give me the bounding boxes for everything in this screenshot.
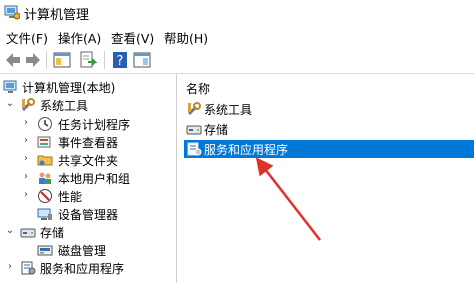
tree-item-performance[interactable]: › 性能 — [0, 187, 176, 205]
computer-management-icon — [4, 5, 20, 20]
services-apps-icon — [187, 142, 202, 156]
task-scheduler-icon — [38, 117, 52, 131]
computer-management-icon — [3, 80, 17, 93]
device-manager-icon — [37, 208, 52, 220]
menu-help[interactable]: 帮助(H) — [164, 28, 208, 47]
tree-item-label: 性能 — [58, 190, 83, 204]
svg-text:?: ? — [117, 54, 124, 69]
tree-item-disk-management[interactable]: 磁盘管理 — [0, 241, 176, 259]
expand-toggle[interactable]: › — [5, 260, 15, 274]
shared-folders-icon — [37, 155, 53, 166]
disk-management-icon — [37, 245, 53, 256]
show-hide-tree-icon[interactable] — [52, 50, 72, 70]
tree-item-shared-folders[interactable]: › 共享文件夹 — [0, 151, 176, 169]
storage-icon — [20, 228, 36, 238]
toolbar: ? — [0, 47, 474, 74]
title-bar: 计算机管理 — [0, 0, 474, 24]
expand-toggle[interactable]: › — [21, 170, 31, 184]
menu-file[interactable]: 文件(F) — [6, 28, 48, 47]
list-item-storage[interactable]: 存储 — [184, 120, 474, 138]
expand-toggle[interactable]: ⌄ — [5, 224, 15, 238]
list-item-label: 存储 — [204, 123, 229, 137]
expand-toggle[interactable]: › — [21, 188, 31, 202]
tree-item-label: 存储 — [40, 226, 65, 240]
tree-pane: 计算机管理(本地) ⌄ 系统工具 › 任务计划程序 › 事件查看器 › 共享文件… — [0, 74, 177, 283]
list-item-system-tools[interactable]: 系统工具 — [184, 100, 474, 118]
tree-item-label: 设备管理器 — [58, 208, 119, 222]
services-apps-icon — [21, 261, 36, 275]
tree-item-label: 磁盘管理 — [58, 244, 107, 258]
menu-view[interactable]: 查看(V) — [111, 28, 154, 47]
tree-item-computer-management[interactable]: 计算机管理(本地) — [0, 78, 176, 96]
back-arrow-icon[interactable] — [3, 50, 23, 70]
tree-item-task-scheduler[interactable]: › 任务计划程序 — [0, 115, 176, 133]
menu-bar: 文件(F) 操作(A) 查看(V) 帮助(H) — [0, 25, 474, 47]
storage-icon — [186, 125, 202, 135]
tree-item-storage[interactable]: ⌄ 存储 — [0, 223, 176, 241]
system-tools-icon — [21, 98, 35, 112]
event-viewer-icon — [37, 136, 51, 148]
tree-item-label: 系统工具 — [40, 99, 89, 113]
expand-toggle[interactable]: › — [21, 134, 31, 148]
details-pane: 名称 系统工具 存储 服务和应用程序 — [180, 74, 474, 283]
tree-item-event-viewer[interactable]: › 事件查看器 — [0, 133, 176, 151]
tree-item-label: 共享文件夹 — [58, 154, 119, 168]
tree-item-services-apps[interactable]: › 服务和应用程序 — [0, 259, 176, 277]
column-header-name[interactable]: 名称 — [186, 80, 210, 97]
local-users-icon — [39, 172, 51, 184]
list-item-label: 服务和应用程序 — [204, 143, 289, 157]
tree-item-label: 服务和应用程序 — [40, 262, 125, 276]
forward-arrow-icon[interactable] — [23, 50, 43, 70]
list-item-label: 系统工具 — [204, 103, 253, 117]
properties-icon[interactable] — [132, 50, 152, 70]
tree-item-label: 任务计划程序 — [58, 118, 131, 132]
window-title: 计算机管理 — [24, 8, 90, 23]
tree-item-system-tools[interactable]: ⌄ 系统工具 — [0, 96, 176, 114]
expand-toggle[interactable]: › — [21, 116, 31, 130]
list-item-services-apps[interactable]: 服务和应用程序 — [184, 140, 474, 158]
tree-item-local-users[interactable]: › 本地用户和组 — [0, 169, 176, 187]
expand-toggle[interactable]: ⌄ — [5, 97, 15, 111]
help-icon[interactable]: ? — [110, 50, 130, 70]
performance-icon — [38, 189, 52, 203]
tree-item-label: 事件查看器 — [58, 136, 119, 150]
menu-action[interactable]: 操作(A) — [58, 28, 101, 47]
tree-item-label: 本地用户和组 — [58, 172, 131, 186]
export-list-icon[interactable] — [78, 50, 98, 70]
expand-toggle[interactable]: › — [21, 152, 31, 166]
tree-item-device-manager[interactable]: 设备管理器 — [0, 205, 176, 223]
tree-item-label: 计算机管理(本地) — [22, 81, 116, 95]
toolbar-separator — [46, 51, 47, 69]
toolbar-separator — [104, 51, 105, 69]
system-tools-icon — [187, 102, 201, 116]
